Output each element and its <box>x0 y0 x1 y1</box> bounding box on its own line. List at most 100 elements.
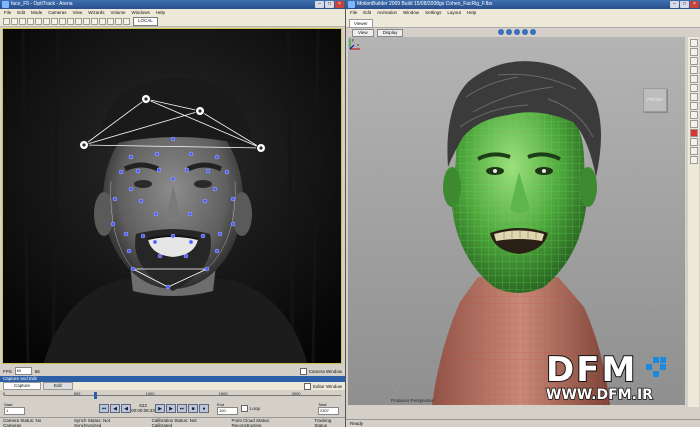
go-to-end-button[interactable]: ⏭ <box>177 403 187 413</box>
translate-tool-icon[interactable] <box>689 48 698 56</box>
close-icon[interactable]: × <box>335 1 344 8</box>
filter-icon[interactable] <box>689 147 698 155</box>
scale-tool-icon[interactable] <box>689 66 698 74</box>
tab-capture[interactable]: Capture <box>3 382 42 390</box>
left-menu-edit[interactable]: Edit <box>17 9 25 17</box>
left-menu-windows[interactable]: Windows <box>132 9 150 17</box>
left-menu-cameras[interactable]: Cameras <box>48 9 66 17</box>
front-view-cube[interactable]: FRONT <box>643 88 667 112</box>
left-menu-file[interactable]: File <box>4 9 11 17</box>
camera-view[interactable] <box>2 28 342 364</box>
end-field[interactable]: 100 <box>217 406 238 415</box>
left-title-bar[interactable]: face_F5 - OptiTrack - Arena – □ × <box>0 0 345 9</box>
camera-window-checkbox[interactable] <box>299 367 307 375</box>
transport-controls: Start 1 ⏮ ◀ ◀ 623 00:00:06:23 ▶ ▶ ⏭ ■ ● … <box>0 401 345 415</box>
move-icon[interactable] <box>35 18 42 25</box>
left-status-bar: Camera Status: No Cameras Synch Status: … <box>0 417 345 427</box>
record-tool-icon[interactable] <box>689 129 698 137</box>
maximize-icon[interactable]: □ <box>325 1 334 8</box>
zoom-icon[interactable] <box>522 29 528 35</box>
timeline-scrubber[interactable]: 0 500 1000 1500 2000 <box>3 391 341 400</box>
stop-button[interactable]: ■ <box>188 403 198 413</box>
step-back-button[interactable]: ◀ <box>110 403 120 413</box>
right-menu-help[interactable]: Help <box>467 9 476 17</box>
camera-tool-icon[interactable] <box>689 111 698 119</box>
dolly-icon[interactable] <box>514 29 520 35</box>
right-side-toolbar <box>688 37 699 407</box>
right-menu-file[interactable]: File <box>350 9 357 17</box>
left-menu-mode[interactable]: Mode <box>31 9 42 17</box>
right-menu-window[interactable]: Window <box>403 9 419 17</box>
left-menu-help[interactable]: Help <box>156 9 165 17</box>
start-field[interactable]: 1 <box>4 406 25 415</box>
fit-icon[interactable] <box>107 18 114 25</box>
grid-icon[interactable] <box>83 18 90 25</box>
timeline-tick-label: 1000 <box>145 391 155 396</box>
right-menu-layout[interactable]: Layout <box>447 9 461 17</box>
left-menu-volume[interactable]: Volume <box>111 9 126 17</box>
coordinate-select[interactable]: LOCAL <box>133 17 158 26</box>
view-button[interactable]: View <box>352 28 374 37</box>
minimize-icon[interactable]: – <box>315 1 324 8</box>
record-button[interactable]: ● <box>199 403 209 413</box>
rotate-icon[interactable] <box>43 18 50 25</box>
timeline-playhead[interactable] <box>94 392 97 399</box>
key-icon[interactable] <box>689 75 698 83</box>
right-menu-settings[interactable]: Settings <box>425 9 441 17</box>
marker-video-feed <box>3 29 341 363</box>
scale-icon[interactable] <box>51 18 58 25</box>
save-icon[interactable] <box>19 18 26 25</box>
orbit-icon[interactable] <box>506 29 512 35</box>
zoom-icon[interactable] <box>99 18 106 25</box>
lock-icon[interactable] <box>689 84 698 92</box>
app-icon <box>348 1 355 8</box>
camera-window-toggle[interactable]: Camera Window <box>299 367 342 375</box>
timecode: 00:00:06:23 <box>131 408 155 413</box>
editor-window-toggle[interactable]: Editor Window <box>303 382 342 390</box>
calibration-status: Calibration Status: Not Calibrated <box>151 417 197 427</box>
layer-icon[interactable] <box>689 138 698 146</box>
play-reverse-button[interactable]: ◀ <box>121 403 131 413</box>
loop-checkbox[interactable] <box>241 404 248 412</box>
step-forward-button[interactable]: ▶ <box>166 403 176 413</box>
left-menu-wizards[interactable]: Wizards <box>88 9 104 17</box>
pivot-icon[interactable] <box>689 93 698 101</box>
right-title-bar[interactable]: MotionBuilder 2009 Build 15/08/2008gs Co… <box>346 0 700 9</box>
select-icon[interactable] <box>27 18 34 25</box>
settings-icon[interactable] <box>115 18 122 25</box>
bone-icon[interactable] <box>75 18 82 25</box>
rotate-tool-icon[interactable] <box>689 57 698 65</box>
step-back-icon: ◀ <box>113 405 117 412</box>
right-menu-animation[interactable]: Animation <box>377 9 397 17</box>
total-field[interactable]: 2307 <box>318 406 339 415</box>
right-menu-edit[interactable]: Edit <box>363 9 371 17</box>
frame-icon[interactable] <box>530 29 536 35</box>
minimize-icon[interactable]: – <box>670 1 679 8</box>
left-menu-view[interactable]: View <box>73 9 83 17</box>
new-icon[interactable] <box>3 18 10 25</box>
play-button[interactable]: ▶ <box>155 403 165 413</box>
snap-icon[interactable] <box>689 102 698 110</box>
select-tool-icon[interactable] <box>689 39 698 47</box>
light-icon[interactable] <box>689 120 698 128</box>
viewer-tab[interactable]: Viewer <box>349 19 373 28</box>
go-to-start-button[interactable]: ⏮ <box>99 403 109 413</box>
loop-toggle[interactable]: Loop <box>241 404 261 412</box>
open-icon[interactable] <box>11 18 18 25</box>
close-icon[interactable]: × <box>690 1 699 8</box>
loop-label: Loop <box>250 405 261 411</box>
maximize-icon[interactable]: □ <box>680 1 689 8</box>
dfm-url-text: WWW.DFM.IR <box>545 386 653 404</box>
stop-icon: ■ <box>191 405 195 412</box>
camera-icon[interactable] <box>59 18 66 25</box>
editor-window-checkbox[interactable] <box>303 382 311 390</box>
link-icon[interactable] <box>91 18 98 25</box>
tab-edit[interactable]: Edit <box>43 382 73 390</box>
skip-forward-icon: ⏭ <box>179 405 185 412</box>
pan-icon[interactable] <box>498 29 504 35</box>
marker-icon[interactable] <box>67 18 74 25</box>
display-button[interactable]: Display <box>376 28 404 37</box>
character-icon[interactable] <box>689 156 698 164</box>
layers-icon[interactable] <box>123 18 130 25</box>
fps-select[interactable]: 60 <box>14 367 32 375</box>
